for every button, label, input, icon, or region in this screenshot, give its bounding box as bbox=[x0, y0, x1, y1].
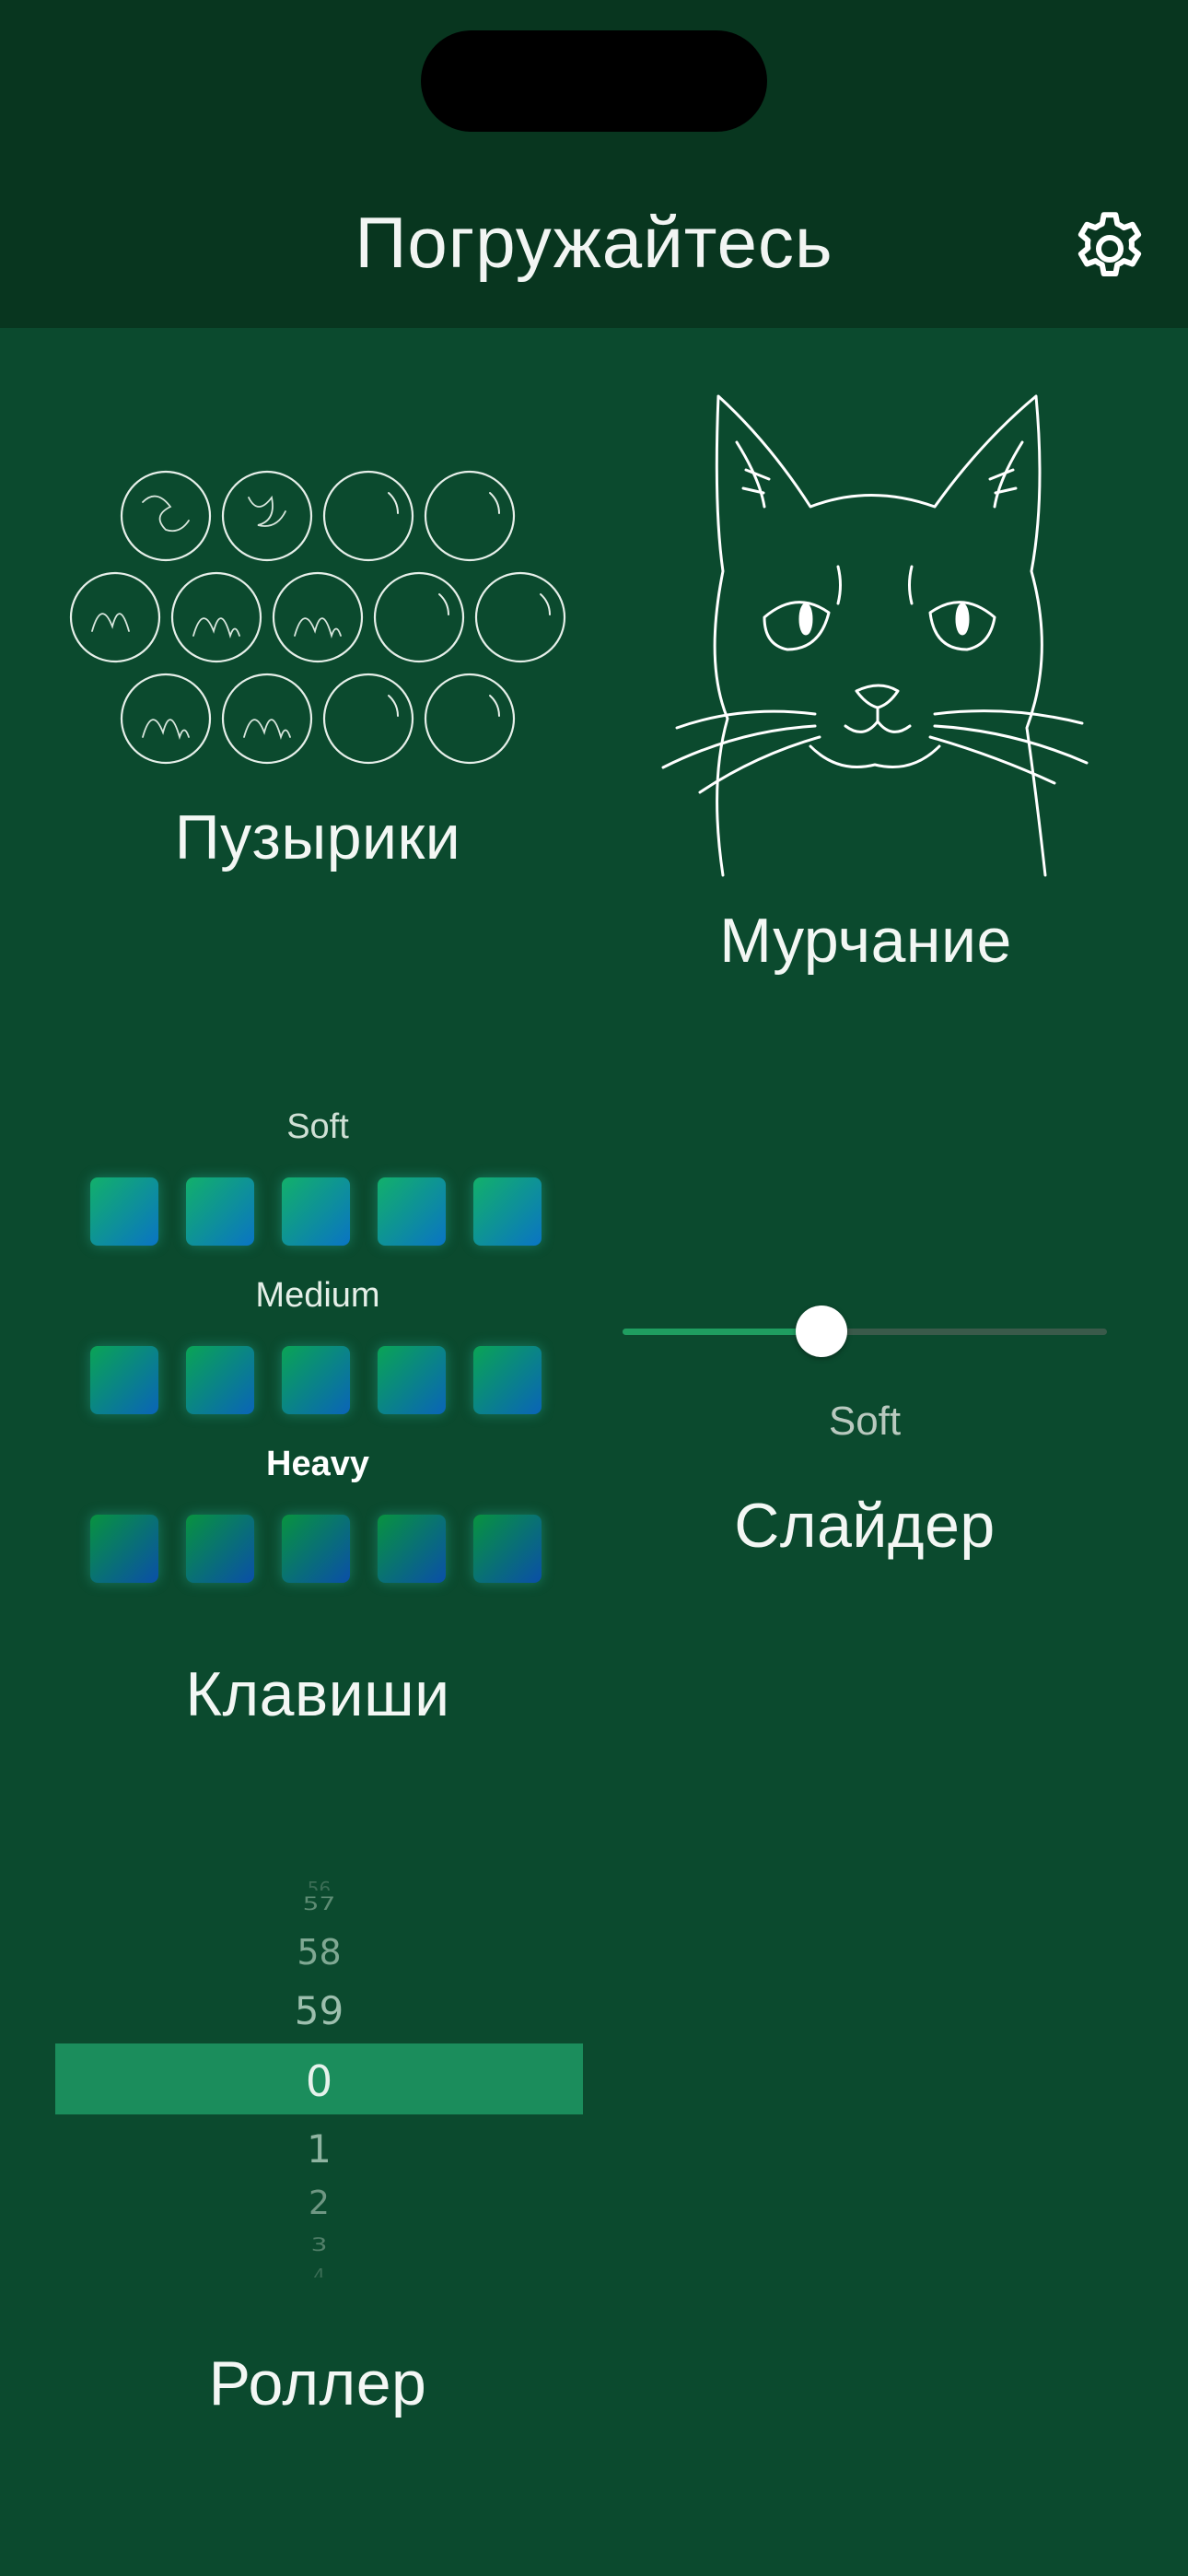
gear-icon[interactable] bbox=[1068, 207, 1151, 290]
roller-picker[interactable]: 56 57 58 59 0 1 2 3 4 bbox=[55, 1870, 583, 2285]
key-soft-5[interactable] bbox=[473, 1177, 542, 1246]
keys-label: Клавиши bbox=[185, 1659, 450, 1729]
bubble-wrap-icon[interactable] bbox=[64, 465, 580, 769]
page-title: Погружайтесь bbox=[355, 202, 833, 283]
slider-value-label: Soft bbox=[828, 1399, 902, 1444]
keys-row-label-heavy: Heavy bbox=[266, 1445, 369, 1483]
keys-row-heavy bbox=[90, 1515, 543, 1585]
key-medium-1[interactable] bbox=[90, 1346, 158, 1414]
roller-number: 4 bbox=[313, 2265, 325, 2277]
purr-label: Мурчание bbox=[719, 906, 1012, 976]
key-medium-4[interactable] bbox=[378, 1346, 446, 1414]
keys-row-medium bbox=[90, 1346, 543, 1416]
key-medium-5[interactable] bbox=[473, 1346, 542, 1414]
slider-label: Слайдер bbox=[734, 1491, 996, 1561]
keys-row-soft bbox=[90, 1177, 543, 1247]
key-soft-3[interactable] bbox=[282, 1177, 350, 1246]
key-heavy-4[interactable] bbox=[378, 1515, 446, 1583]
key-heavy-1[interactable] bbox=[90, 1515, 158, 1583]
cat-face-icon[interactable] bbox=[658, 387, 1091, 880]
roller-number: 59 bbox=[294, 1988, 344, 2033]
roller-selected-number: 0 bbox=[305, 2056, 333, 2106]
roller-number: 3 bbox=[310, 2233, 328, 2256]
roller-number: 2 bbox=[309, 2184, 330, 2222]
key-soft-4[interactable] bbox=[378, 1177, 446, 1246]
roller-number: 57 bbox=[302, 1892, 336, 1915]
roller-number: 56 bbox=[307, 1878, 332, 1891]
keys-row-label-medium: Medium bbox=[255, 1276, 380, 1315]
key-heavy-5[interactable] bbox=[473, 1515, 542, 1583]
key-heavy-3[interactable] bbox=[282, 1515, 350, 1583]
key-medium-3[interactable] bbox=[282, 1346, 350, 1414]
slider-track[interactable] bbox=[623, 1329, 1107, 1335]
key-medium-2[interactable] bbox=[186, 1346, 254, 1414]
slider-fill bbox=[623, 1329, 821, 1335]
dynamic-island bbox=[421, 30, 767, 132]
header-bar: Погружайтесь bbox=[0, 0, 1188, 328]
keys-row-label-soft: Soft bbox=[286, 1107, 349, 1146]
slider-thumb[interactable] bbox=[796, 1306, 847, 1357]
key-heavy-2[interactable] bbox=[186, 1515, 254, 1583]
roller-label: Роллер bbox=[208, 2348, 427, 2418]
key-soft-2[interactable] bbox=[186, 1177, 254, 1246]
bubbles-label: Пузырики bbox=[174, 802, 461, 872]
roller-number: 1 bbox=[307, 2126, 332, 2172]
key-soft-1[interactable] bbox=[90, 1177, 158, 1246]
roller-number: 58 bbox=[297, 1932, 342, 1973]
